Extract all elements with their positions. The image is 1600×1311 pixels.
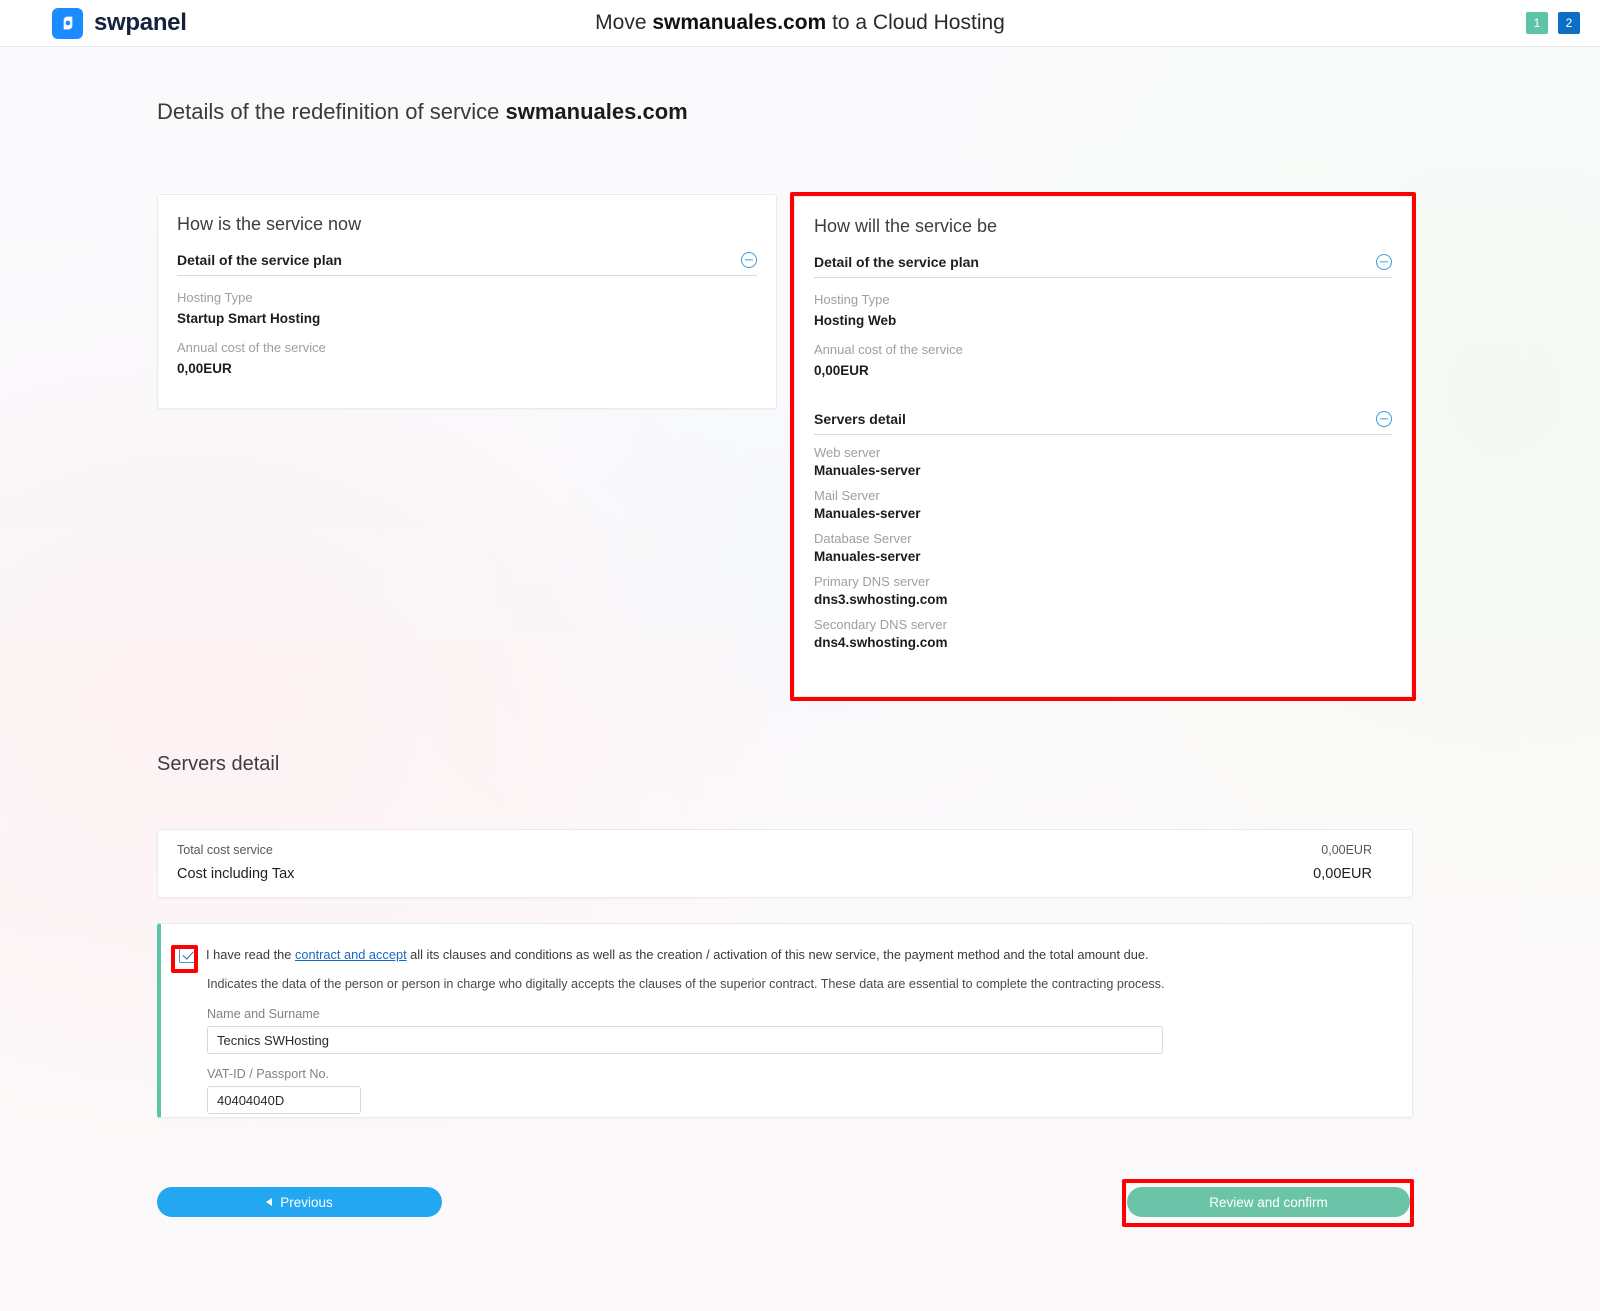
vat-input[interactable] [207, 1086, 361, 1114]
field-value: 0,00EUR [814, 363, 869, 378]
header-title-domain: swmanuales.com [652, 11, 827, 34]
tax-cost-value: 0,00EUR [1313, 866, 1372, 882]
cost-row-total: Total cost service 0,00EUR [177, 843, 1372, 857]
service-now-card: How is the service now Detail of the ser… [157, 194, 777, 409]
field-label: Mail Server [814, 488, 880, 503]
field-value: Manuales-server [814, 463, 921, 478]
accept-contract-label: I have read the contract and accept all … [206, 946, 1149, 963]
contract-accept-row: I have read the contract and accept all … [179, 946, 1392, 963]
step-1[interactable]: 1 [1526, 12, 1548, 34]
service-next-field-annual-cost: Annual cost of the service 0,00EUR [814, 342, 1392, 378]
service-now-field-hosting-type: Hosting Type Startup Smart Hosting [177, 290, 757, 326]
minus-circle-icon[interactable] [1376, 254, 1392, 270]
vat-field-label: VAT-ID / Passport No. [207, 1067, 330, 1081]
field-label: Annual cost of the service [814, 342, 963, 357]
page-title-domain: swmanuales.com [505, 99, 688, 124]
field-value: Manuales-server [814, 549, 921, 564]
review-and-confirm-label: Review and confirm [1209, 1194, 1328, 1210]
name-field-group: Name and Surname [207, 1007, 1392, 1054]
service-now-plan-title: Detail of the service plan [177, 252, 342, 268]
service-now-plan-section-header[interactable]: Detail of the service plan [177, 252, 757, 276]
review-and-confirm-button[interactable]: Review and confirm [1127, 1187, 1410, 1217]
cost-row-tax: Cost including Tax 0,00EUR [177, 866, 1372, 882]
page-root: swpanel Move swmanuales.com to a Cloud H… [0, 0, 1600, 1311]
contract-note: Indicates the data of the person or pers… [207, 977, 1165, 991]
app-header: swpanel Move swmanuales.com to a Cloud H… [0, 0, 1600, 47]
field-value: 0,00EUR [177, 361, 232, 376]
service-next-field-hosting-type: Hosting Type Hosting Web [814, 292, 1392, 328]
previous-button[interactable]: Previous [157, 1187, 442, 1217]
field-label: Annual cost of the service [177, 340, 326, 355]
page-title: Details of the redefinition of service s… [157, 99, 688, 125]
tax-cost-label: Cost including Tax [177, 866, 295, 882]
field-label: Web server [814, 445, 881, 460]
field-label: Hosting Type [814, 292, 890, 307]
server-field-mail: Mail Server Manuales-server [814, 488, 1392, 521]
total-cost-value: 0,00EUR [1321, 843, 1372, 857]
contract-acceptance-card: I have read the contract and accept all … [157, 923, 1413, 1118]
servers-detail-heading: Servers detail [157, 753, 280, 775]
header-title-prefix: Move [595, 11, 653, 34]
step-indicator: 1 2 [1526, 12, 1580, 34]
field-label: Database Server [814, 531, 912, 546]
name-field-label: Name and Surname [207, 1007, 320, 1021]
field-label: Secondary DNS server [814, 617, 947, 632]
header-title-suffix: to a Cloud Hosting [826, 11, 1005, 34]
swpanel-logo-icon [52, 7, 83, 39]
brand-name: swpanel [94, 9, 187, 36]
vat-field-group: VAT-ID / Passport No. [207, 1067, 1392, 1114]
chevron-left-icon [266, 1198, 273, 1206]
cost-summary-card: Total cost service 0,00EUR Cost includin… [157, 829, 1413, 898]
field-label: Hosting Type [177, 290, 253, 305]
accept-text-before: I have read the [206, 947, 295, 962]
server-field-secondary-dns: Secondary DNS server dns4.swhosting.com [814, 617, 1392, 650]
server-field-database: Database Server Manuales-server [814, 531, 1392, 564]
server-field-primary-dns: Primary DNS server dns3.swhosting.com [814, 574, 1392, 607]
service-next-servers-title: Servers detail [814, 411, 906, 427]
field-value: dns4.swhosting.com [814, 635, 948, 650]
previous-button-label: Previous [280, 1194, 333, 1210]
service-next-heading: How will the service be [814, 216, 998, 236]
server-field-web: Web server Manuales-server [814, 445, 1392, 478]
minus-circle-icon[interactable] [741, 252, 757, 268]
service-next-card: How will the service be Detail of the se… [794, 196, 1412, 697]
service-next-plan-title: Detail of the service plan [814, 254, 979, 270]
contract-link[interactable]: contract and accept [295, 947, 407, 962]
service-next-plan-section-header[interactable]: Detail of the service plan [814, 254, 1392, 278]
header-title: Move swmanuales.com to a Cloud Hosting [0, 11, 1600, 35]
total-cost-label: Total cost service [177, 843, 273, 857]
minus-circle-icon[interactable] [1376, 411, 1392, 427]
field-value: Hosting Web [814, 313, 897, 328]
service-next-servers-section-header[interactable]: Servers detail [814, 411, 1392, 435]
field-label: Primary DNS server [814, 574, 930, 589]
brand-logo[interactable]: swpanel [52, 7, 187, 39]
name-input[interactable] [207, 1026, 1163, 1054]
accept-contract-checkbox[interactable] [179, 946, 196, 963]
field-value: Manuales-server [814, 506, 921, 521]
field-value: dns3.swhosting.com [814, 592, 948, 607]
field-value: Startup Smart Hosting [177, 311, 321, 326]
accept-text-after: all its clauses and conditions as well a… [406, 947, 1149, 962]
page-title-prefix: Details of the redefinition of service [157, 99, 506, 124]
service-now-heading: How is the service now [177, 214, 362, 234]
service-now-field-annual-cost: Annual cost of the service 0,00EUR [177, 340, 757, 376]
step-2[interactable]: 2 [1558, 12, 1580, 34]
